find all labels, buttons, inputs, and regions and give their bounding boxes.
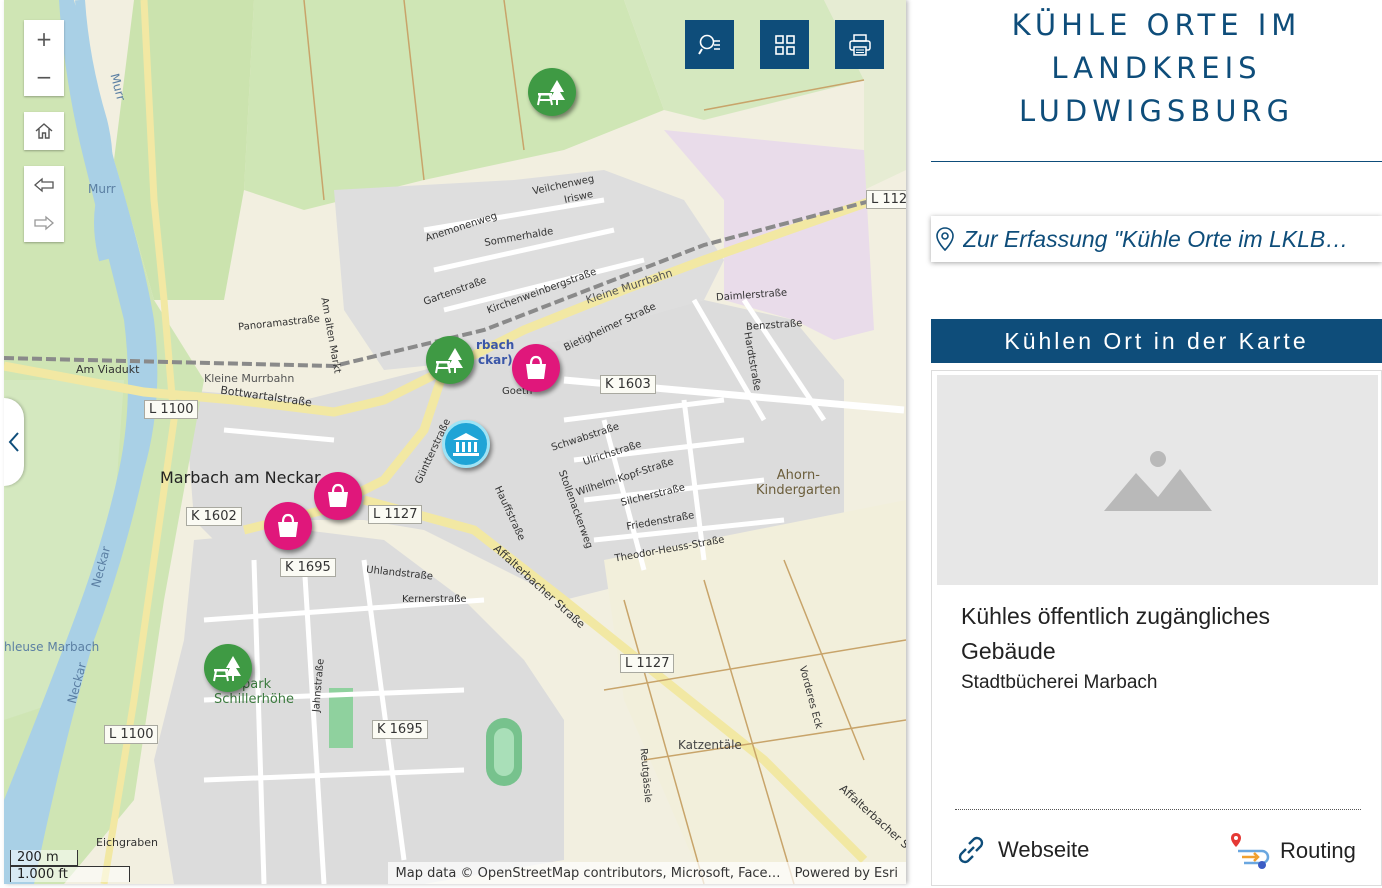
marker-park[interactable] — [204, 644, 252, 692]
marker-shop[interactable] — [264, 502, 312, 550]
scale-bar: 200 m 1.000 ft — [10, 850, 130, 882]
image-placeholder-icon — [1103, 451, 1212, 511]
link-icon — [958, 836, 984, 864]
home-control — [24, 112, 64, 150]
picnic-tree-icon — [213, 656, 241, 682]
road-shield: L 1127 — [368, 505, 423, 524]
home-button[interactable] — [24, 112, 64, 150]
collapse-panel-button[interactable] — [4, 398, 24, 486]
marker-park[interactable] — [426, 336, 474, 384]
picnic-tree-icon — [537, 80, 565, 106]
website-label[interactable]: Webseite — [998, 837, 1089, 863]
basemap-gallery-button[interactable] — [760, 20, 809, 69]
shopping-bag-icon — [328, 483, 348, 507]
filter-search-button[interactable] — [685, 20, 734, 69]
town-label: Marbach am Neckar — [160, 468, 321, 487]
road-shield: L 1100 — [104, 725, 159, 744]
road-shield: L 1127 — [620, 654, 675, 673]
app-title: KÜHLE ORTE IM LANDKREIS LUDWIGSBURG — [1011, 8, 1302, 128]
picnic-tree-icon — [435, 348, 463, 374]
road-shield: L 1100 — [144, 400, 199, 419]
feature-title: Kühles öffentlich zugängliches Gebäude — [961, 603, 1271, 664]
arrow-right-icon — [34, 215, 54, 231]
survey-link[interactable]: Zur Erfassung "Kühle Orte im LKLB… — [931, 216, 1382, 262]
routing-icon — [1231, 833, 1270, 869]
public-building-icon — [453, 433, 479, 456]
map-attribution[interactable]: Map data © OpenStreetMap contributors, M… — [387, 862, 906, 884]
title-divider — [931, 161, 1382, 162]
search-filter-icon — [697, 34, 720, 55]
location-pin-icon — [936, 227, 954, 251]
marker-shop[interactable] — [512, 344, 560, 392]
road-shield: K 1695 — [372, 720, 428, 739]
feature-card: Kühles öffentlich zugängliches Gebäude S… — [931, 370, 1382, 886]
marker-shop[interactable] — [314, 472, 362, 520]
map-view[interactable]: Murr Murr Neckar Neckar hleuse Marbach A… — [4, 0, 906, 884]
zoom-in-button[interactable]: + — [24, 20, 64, 58]
website-button[interactable]: Webseite — [954, 833, 1089, 867]
print-icon — [848, 33, 871, 56]
shopping-bag-icon — [526, 355, 546, 379]
chevron-left-icon — [8, 432, 19, 452]
zoom-control: + − — [24, 20, 64, 96]
image-placeholder — [937, 375, 1378, 585]
road-shield: K 1603 — [600, 375, 656, 394]
marker-public-building[interactable] — [442, 420, 490, 468]
view-history-control — [24, 166, 64, 242]
print-button[interactable] — [835, 20, 884, 69]
scale-imperial: 1.000 ft — [10, 866, 130, 882]
attribution-text[interactable]: Map data © OpenStreetMap contributors, M… — [396, 866, 781, 881]
scale-metric: 200 m — [10, 850, 78, 866]
road-shield: K 1695 — [280, 558, 336, 577]
survey-link-label[interactable]: Zur Erfassung "Kühle Orte im LKLB… — [963, 226, 1373, 253]
powered-by-esri[interactable]: Powered by Esri — [795, 866, 898, 881]
feature-subtitle: Stadtbücherei Marbach — [961, 672, 1158, 693]
arrow-left-icon — [34, 177, 54, 193]
home-icon — [35, 123, 53, 139]
card-divider — [955, 809, 1361, 810]
routing-label[interactable]: Routing — [1280, 838, 1356, 864]
section-heading: Kühlen Ort in der Karte — [931, 319, 1382, 363]
marker-park[interactable] — [528, 68, 576, 116]
routing-button[interactable]: Routing — [1230, 831, 1356, 871]
basemap-gallery-icon — [774, 34, 795, 55]
shopping-bag-icon — [278, 513, 298, 537]
previous-extent-button[interactable] — [24, 166, 64, 204]
road-shield: K 1602 — [186, 507, 242, 526]
road-shield: L 112 — [866, 190, 906, 209]
zoom-out-button[interactable]: − — [24, 58, 64, 96]
next-extent-button[interactable] — [24, 204, 64, 242]
side-panel: KÜHLE ORTE IM LANDKREIS LUDWIGSBURG Zur … — [931, 0, 1382, 888]
